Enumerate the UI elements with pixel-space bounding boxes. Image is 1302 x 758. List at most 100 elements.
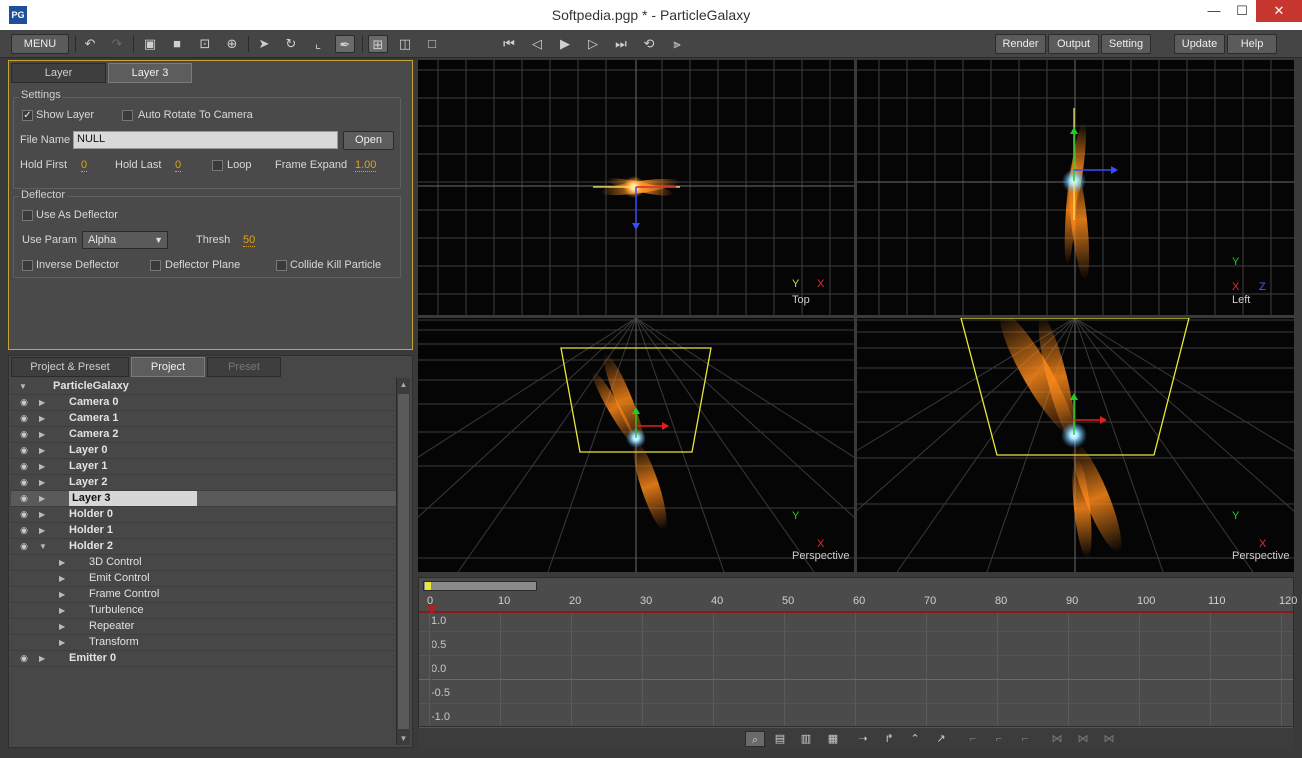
chevron-right-icon[interactable]: ▶: [39, 523, 45, 538]
tab-project[interactable]: Project: [131, 357, 205, 377]
ease-icon[interactable]: ⌃: [905, 731, 925, 747]
tree-row[interactable]: ◉ ▶ Holder 0: [11, 507, 397, 523]
square-icon[interactable]: ■: [167, 35, 187, 53]
prev-frame-icon[interactable]: ◁: [527, 35, 547, 53]
chevron-right-icon[interactable]: ▶: [39, 411, 45, 426]
timeline-range-slider[interactable]: [423, 581, 537, 591]
tree-row[interactable]: ◉ ▶ Camera 0: [11, 395, 397, 411]
render-button[interactable]: Render: [995, 34, 1046, 54]
key-tool-2-icon[interactable]: ⌐: [989, 731, 1009, 747]
scroll-up-icon[interactable]: ▲: [397, 380, 410, 389]
eye-icon[interactable]: ◉: [17, 509, 31, 519]
collide-kill-checkbox[interactable]: [276, 260, 287, 271]
timeline-range-handle[interactable]: [425, 582, 431, 590]
chevron-right-icon[interactable]: ▶: [59, 603, 65, 618]
thresh-value[interactable]: 50: [243, 234, 256, 247]
tree-row[interactable]: ◉ ▶ Holder 1: [11, 523, 397, 539]
tree-row[interactable]: ◉ ▶ Layer 3: [11, 491, 397, 507]
timeline-curve-area[interactable]: 1.0 0.5 0.0 -0.5 -1.0: [419, 613, 1293, 728]
tree-row[interactable]: ▶ Frame Control: [11, 587, 397, 603]
rotate-icon[interactable]: ↻: [281, 35, 301, 53]
tree-row[interactable]: ▶ Turbulence: [11, 603, 397, 619]
chevron-right-icon[interactable]: ▶: [59, 635, 65, 650]
tree-row[interactable]: ▶ Emit Control: [11, 571, 397, 587]
frame-expand-value[interactable]: 1.00: [355, 159, 377, 172]
chevron-right-icon[interactable]: ▶: [39, 443, 45, 458]
use-as-deflector-checkbox[interactable]: [22, 210, 33, 221]
eye-icon[interactable]: ◉: [17, 397, 31, 407]
hold-first-value[interactable]: 0: [81, 159, 88, 172]
chevron-right-icon[interactable]: ▶: [39, 427, 45, 442]
key-tool-4-icon[interactable]: ⋈: [1047, 731, 1067, 747]
tree-row[interactable]: ◉ ▼ Holder 2: [11, 539, 397, 555]
minimize-button[interactable]: —: [1200, 0, 1228, 22]
update-button[interactable]: Update: [1174, 34, 1225, 54]
tab-project-preset[interactable]: Project & Preset: [11, 357, 129, 377]
eye-icon[interactable]: ◉: [17, 653, 31, 663]
viewport-top[interactable]: Y X Top: [418, 60, 854, 315]
split-view-icon[interactable]: ◫: [395, 35, 415, 53]
key-tool-5-icon[interactable]: ⋈: [1073, 731, 1093, 747]
single-view-icon[interactable]: □: [422, 35, 442, 53]
file-name-input[interactable]: NULL: [73, 131, 338, 149]
tab-layer-3[interactable]: Layer 3: [108, 63, 192, 83]
viewport-left[interactable]: Y X Z Left: [857, 60, 1294, 315]
inverse-deflector-checkbox[interactable]: [22, 260, 33, 271]
scale-icon[interactable]: ⌞: [308, 35, 328, 53]
viewport-perspective-2[interactable]: Y X Perspective: [857, 318, 1294, 572]
tree-row[interactable]: ▶ Repeater: [11, 619, 397, 635]
tree-row[interactable]: ◉ ▶ Camera 1: [11, 411, 397, 427]
linear-icon[interactable]: ➝: [853, 731, 873, 747]
playhead-marker[interactable]: [427, 606, 437, 614]
camera-icon[interactable]: ▣: [140, 35, 160, 53]
menu-button[interactable]: MENU: [11, 34, 69, 54]
chevron-right-icon[interactable]: ▶: [39, 491, 45, 506]
eye-icon[interactable]: ◉: [17, 493, 31, 503]
deflector-plane-checkbox[interactable]: [150, 260, 161, 271]
zoom-curve-icon[interactable]: ⌕: [745, 731, 765, 747]
viewport-perspective-1[interactable]: Y X Perspective: [418, 318, 854, 572]
next-frame-icon[interactable]: ▷: [583, 35, 603, 53]
curve-edit-icon[interactable]: ▥: [796, 731, 816, 747]
tab-preset[interactable]: Preset: [207, 357, 281, 377]
pen-icon[interactable]: ✒: [335, 35, 355, 53]
tree-row[interactable]: ▶ Transform: [11, 635, 397, 651]
select-arrow-icon[interactable]: ➤: [254, 35, 274, 53]
scroll-down-icon[interactable]: ▼: [397, 734, 410, 743]
first-frame-icon[interactable]: ⏮: [499, 35, 519, 53]
frames-icon[interactable]: ⫸: [667, 35, 687, 53]
eye-icon[interactable]: ◉: [17, 429, 31, 439]
step-icon[interactable]: ↱: [879, 731, 899, 747]
target-icon[interactable]: ⊕: [222, 35, 242, 53]
curve-tool-icon[interactable]: ↗: [931, 731, 951, 747]
quad-view-icon[interactable]: ⊞: [368, 35, 388, 53]
eye-icon[interactable]: ◉: [17, 461, 31, 471]
chevron-right-icon[interactable]: ▶: [59, 571, 65, 586]
tree-row[interactable]: ◉ ▶ Emitter 0: [11, 651, 397, 667]
tree-row[interactable]: ◉ ▶ Layer 2: [11, 475, 397, 491]
redo-icon[interactable]: ↷: [107, 35, 127, 53]
key-tool-1-icon[interactable]: ⌐: [963, 731, 983, 747]
tree-row[interactable]: ◉ ▶ Layer 0: [11, 443, 397, 459]
tree-root[interactable]: ▼ ParticleGalaxy: [11, 379, 397, 395]
chevron-right-icon[interactable]: ▶: [39, 507, 45, 522]
chevron-down-icon[interactable]: ▼: [19, 379, 27, 394]
eye-icon[interactable]: ◉: [17, 541, 31, 551]
undo-icon[interactable]: ↶: [80, 35, 100, 53]
chevron-down-icon[interactable]: ▼: [39, 539, 47, 554]
chevron-right-icon[interactable]: ▶: [39, 459, 45, 474]
chevron-right-icon[interactable]: ▶: [59, 619, 65, 634]
curve-view-icon[interactable]: ▤: [770, 731, 790, 747]
tab-layer[interactable]: Layer: [11, 63, 106, 83]
show-layer-checkbox[interactable]: ✓: [22, 110, 33, 121]
tree-row[interactable]: ▶ 3D Control: [11, 555, 397, 571]
eye-icon[interactable]: ◉: [17, 477, 31, 487]
auto-rotate-checkbox[interactable]: [122, 110, 133, 121]
open-button[interactable]: Open: [343, 131, 394, 150]
tree-row[interactable]: ◉ ▶ Camera 2: [11, 427, 397, 443]
timeline-panel[interactable]: 0 10 20 30 40 50 60 70 80 90 100 110 120 1.0 0.5 0.0 -0…: [418, 577, 1297, 728]
use-param-select[interactable]: Alpha ▼: [82, 231, 168, 249]
chevron-right-icon[interactable]: ▶: [39, 651, 45, 666]
close-button[interactable]: ✕: [1256, 0, 1302, 22]
output-button[interactable]: Output: [1048, 34, 1099, 54]
